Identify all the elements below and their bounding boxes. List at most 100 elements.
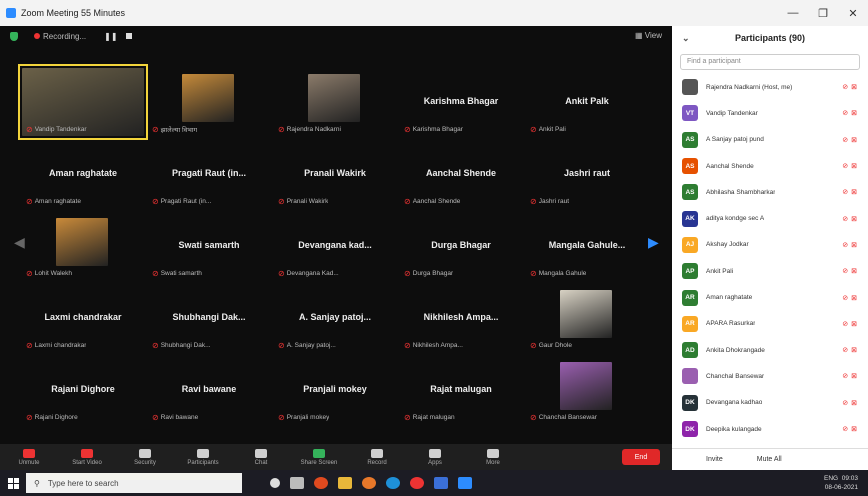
participant-row[interactable]: DK Deepika kulangade ⊘⊠ [672, 416, 868, 442]
participant-tile-name: Devangana kad... [298, 240, 372, 250]
end-meeting-button[interactable]: End [622, 449, 660, 465]
participant-video-tile[interactable]: ⊘ झालेल्या विभाग [146, 66, 272, 138]
close-icon[interactable]: ✕ [838, 0, 868, 26]
participant-video-tile[interactable]: Laxmi chandrakar ⊘ Laxmi chandrakar [20, 282, 146, 354]
participant-video-tile[interactable]: Ankit Palk ⊘ Ankit Pali [524, 66, 650, 138]
clock-date[interactable]: 08-06-2021 [824, 483, 858, 492]
participant-row[interactable]: AK aditya kondge sec A ⊘⊠ [672, 205, 868, 231]
encryption-shield-icon[interactable] [10, 31, 18, 41]
apps-button[interactable]: Apps [406, 448, 464, 466]
share-screen-button[interactable]: Share Screen [290, 448, 348, 466]
participant-row[interactable]: AP Ankit Pali ⊘⊠ [672, 258, 868, 284]
participant-row[interactable]: Chanchal Bansewar ⊘⊠ [672, 363, 868, 389]
participant-row[interactable]: AS Abhilasha Shambharkar ⊘⊠ [672, 179, 868, 205]
view-button[interactable]: ▦ View [635, 31, 662, 40]
participant-row[interactable]: AS A Sanjay patoj pund ⊘⊠ [672, 127, 868, 153]
participant-video-tile[interactable]: Ravi bawane ⊘ Ravi bawane [146, 354, 272, 426]
participants-header: ⌄ Participants (90) [672, 26, 868, 50]
task-view-icon[interactable] [290, 477, 304, 489]
participant-video-tile[interactable]: Nikhilesh Ampa... ⊘ Nikhilesh Ampa... [398, 282, 524, 354]
participant-video-tile[interactable]: Aanchal Shende ⊘ Aanchal Shende [398, 138, 524, 210]
participant-tile-name: Swati samarth [178, 240, 240, 250]
participant-row[interactable]: AS Aanchal Shende ⊘⊠ [672, 153, 868, 179]
taskbar-search-box[interactable]: ⚲ Type here to search [26, 473, 242, 493]
participant-video-tile[interactable]: Karishma Bhagar ⊘ Karishma Bhagar [398, 66, 524, 138]
participant-row[interactable]: VT Vandip Tandenkar ⊘⊠ [672, 100, 868, 126]
cortana-icon[interactable] [270, 478, 280, 488]
participant-name: Rajendra Nadkarni (Host, me) [706, 83, 793, 91]
participant-video-tile[interactable]: Mangala Gahule... ⊘ Mangala Gahule [524, 210, 650, 282]
next-page-arrow-icon[interactable]: ▶ [648, 234, 659, 251]
opera-icon[interactable] [314, 477, 328, 489]
participant-label: Ravi bawane [160, 414, 199, 421]
zoom-taskbar-icon[interactable] [458, 477, 472, 489]
participant-video-tile[interactable]: Pranali Wakirk ⊘ Pranali Wakirk [272, 138, 398, 210]
participant-row[interactable]: DK Devangana kadhao ⊘⊠ [672, 390, 868, 416]
meeting-area: Recording... ❚❚ ▦ View ◀ ⊘ Vandip Tandenk… [0, 26, 672, 470]
participant-video-tile[interactable]: Rajat malugan ⊘ Rajat malugan [398, 354, 524, 426]
participant-video-tile[interactable]: Swati samarth ⊘ Swati samarth [146, 210, 272, 282]
clock-time[interactable]: 09:03 [842, 475, 858, 482]
invite-button[interactable]: Invite [706, 456, 723, 463]
participant-label: Pranali Wakirk [286, 198, 329, 205]
start-video-button[interactable]: Start Video [58, 448, 116, 466]
participant-video-tile[interactable]: Durga Bhagar ⊘ Durga Bhagar [398, 210, 524, 282]
participant-search-input[interactable]: Find a participant [680, 54, 860, 70]
participant-tile-name: Nikhilesh Ampa... [423, 312, 499, 322]
participant-row[interactable]: AR Aman raghatate ⊘⊠ [672, 284, 868, 310]
participants-button[interactable]: Participants [174, 448, 232, 466]
participant-video-tile[interactable]: ⊘ Lohit Walekh [20, 210, 146, 282]
participant-tile-name: Jashri raut [563, 168, 611, 178]
toolbar-button-label: Record [367, 459, 387, 466]
pause-recording-icon[interactable]: ❚❚ [104, 32, 117, 41]
participant-video-tile[interactable]: ⊘ Gaur Dhole [524, 282, 650, 354]
participant-list: Rajendra Nadkarni (Host, me) ⊘⊠ VT Vandip T… [672, 74, 868, 442]
file-explorer-icon[interactable] [338, 477, 352, 489]
video-grid: ⊘ Vandip Tandenkar ⊘ झालेल्या विभाग ⊘ Rajendr… [18, 64, 644, 426]
more-button[interactable]: More [464, 448, 522, 466]
participant-label: Lohit Walekh [34, 270, 73, 277]
mic-video-muted-icon: ⊘⊠ [842, 189, 860, 197]
participant-row[interactable]: AD Ankita Dhokrangade ⊘⊠ [672, 337, 868, 363]
maximize-icon[interactable]: ❐ [808, 0, 838, 26]
avatar: AS [682, 158, 698, 175]
chat-button[interactable]: Chat [232, 448, 290, 466]
participant-video-tile[interactable]: Pranjali mokey ⊘ Pranjali mokey [272, 354, 398, 426]
language-indicator[interactable]: ENG [824, 475, 838, 482]
firefox-icon[interactable] [362, 477, 376, 489]
mute-all-button[interactable]: Mute All [757, 456, 782, 463]
participant-video-tile[interactable]: Pragati Raut (in... ⊘ Pragati Raut (in... [146, 138, 272, 210]
toolbar-button-label: Unmute [18, 459, 40, 466]
participant-tile-label: ⊘ Pranali Wakirk [278, 197, 328, 206]
participant-video-tile[interactable]: A. Sanjay patoj... ⊘ A. Sanjay patoj... [272, 282, 398, 354]
participant-name: APARA Rasurkar [706, 320, 756, 328]
participant-row[interactable]: AR APARA Rasurkar ⊘⊠ [672, 311, 868, 337]
chrome-icon[interactable] [410, 477, 424, 489]
stop-recording-icon[interactable] [125, 33, 132, 39]
participant-video-tile[interactable]: Devangana kad... ⊘ Devangana Kad... [272, 210, 398, 282]
participant-video-tile[interactable]: Shubhangi Dak... ⊘ Shubhangi Dak... [146, 282, 272, 354]
windows-start-icon[interactable] [0, 477, 26, 489]
participant-video-tile[interactable]: ⊘ Chanchal Bansewar [524, 354, 650, 426]
word-icon[interactable] [434, 477, 448, 489]
collapse-chevron-icon[interactable]: ⌄ [682, 33, 690, 44]
participant-tile-label: ⊘ Ravi bawane [152, 413, 198, 422]
participant-tile-name: Pranjali mokey [303, 384, 367, 394]
avatar: AR [682, 315, 698, 332]
participant-row[interactable]: Rajendra Nadkarni (Host, me) ⊘⊠ [672, 74, 868, 100]
participant-video-tile[interactable]: Jashri raut ⊘ Jashri raut [524, 138, 650, 210]
edge-icon[interactable] [386, 477, 400, 489]
participant-video-tile[interactable]: Rajani Dighore ⊘ Rajani Dighore [20, 354, 146, 426]
participant-video-tile[interactable]: ⊘ Rajendra Nadkarni [272, 66, 398, 138]
mic-muted-icon: ⊘ [26, 269, 33, 278]
participant-video-tile[interactable]: ⊘ Vandip Tandenkar [18, 64, 148, 140]
participant-row[interactable]: AJ Akshay Jodkar ⊘⊠ [672, 232, 868, 258]
minimize-icon[interactable]: — [778, 0, 808, 26]
participant-name: Ankit Pali [706, 267, 734, 275]
mic-video-muted-icon: ⊘⊠ [842, 241, 860, 249]
participant-video-tile[interactable]: Aman raghatate ⊘ Aman raghatate [20, 138, 146, 210]
security-button[interactable]: Security [116, 448, 174, 466]
unmute-button[interactable]: Unmute [0, 448, 58, 466]
record-button[interactable]: Record [348, 448, 406, 466]
participant-photo [308, 74, 360, 122]
